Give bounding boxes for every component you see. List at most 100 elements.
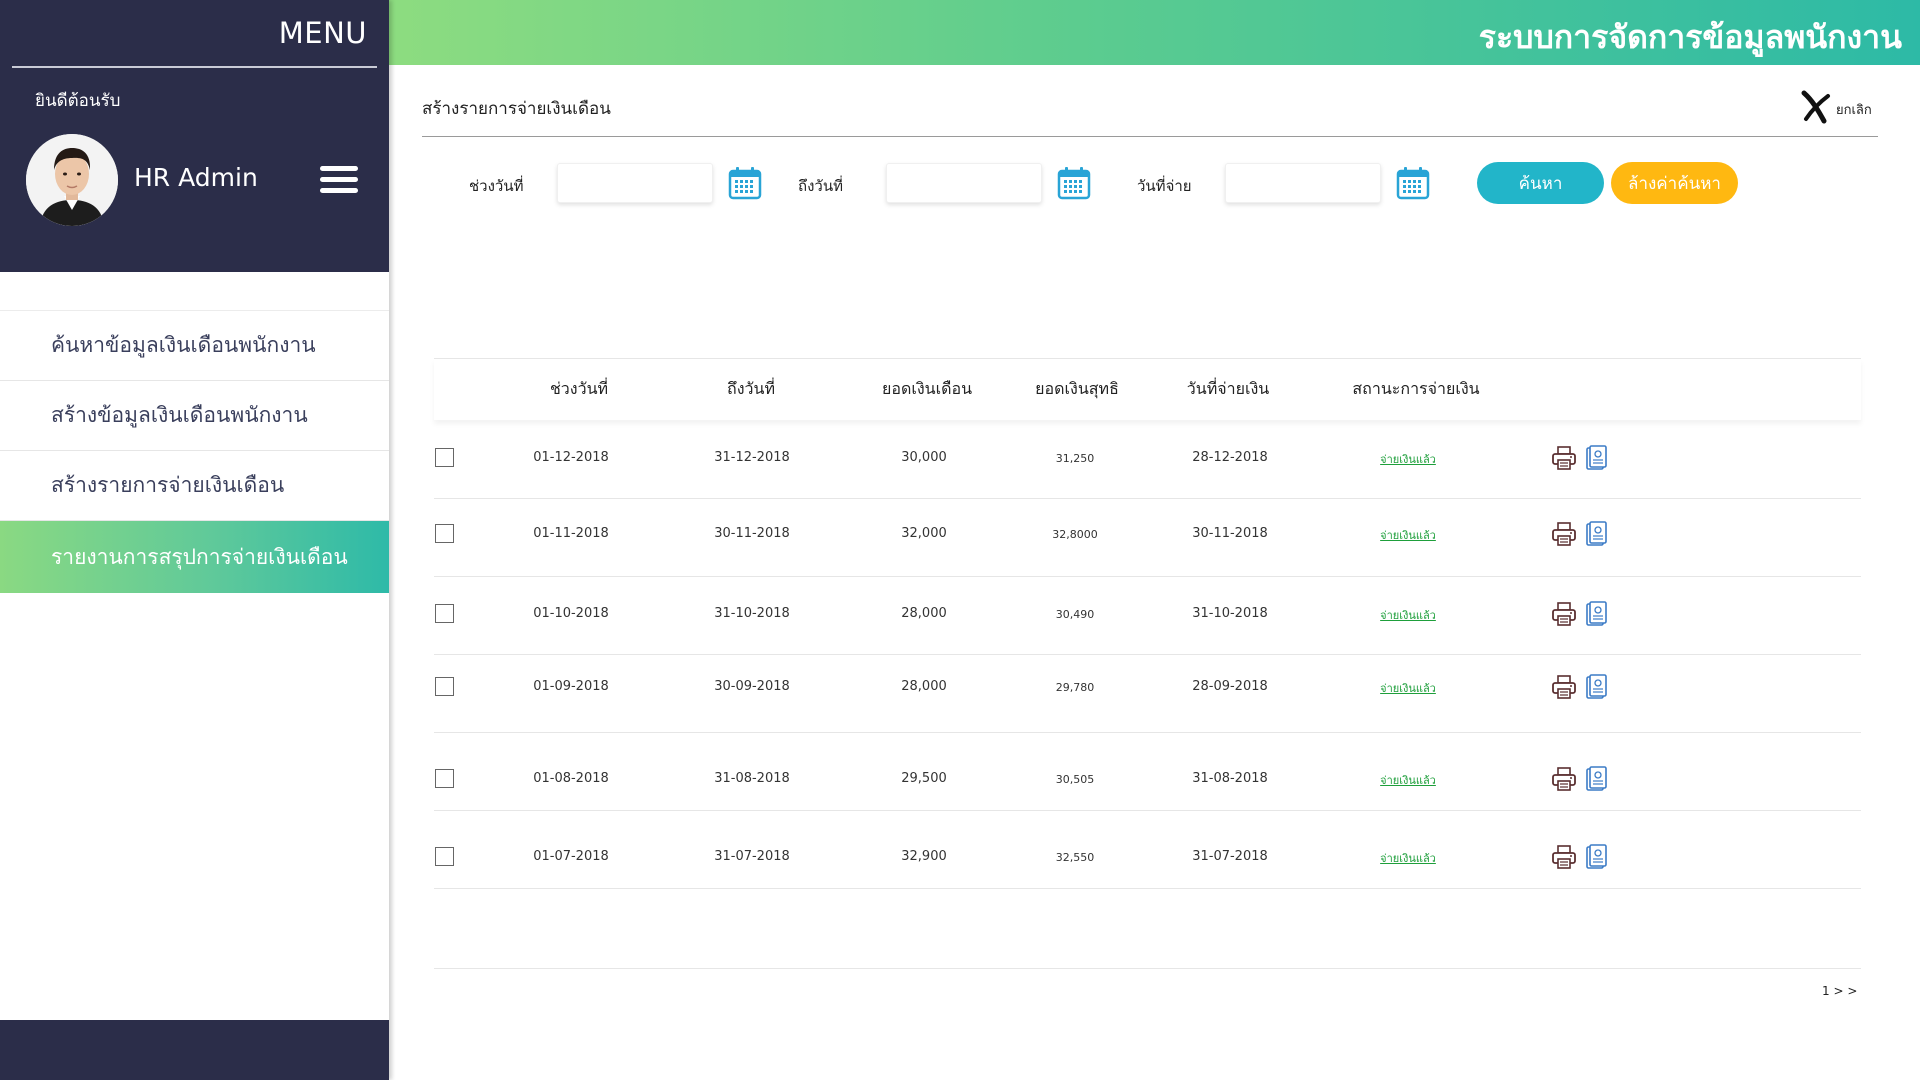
app-title: ระบบการจัดการข้อมูลพนักงาน	[1478, 18, 1902, 56]
cell-salary: 29,500	[901, 771, 947, 786]
cell-payment-status[interactable]: จ่ายเงินแล้ว	[1380, 450, 1436, 468]
cell-payment-status[interactable]: จ่ายเงินแล้ว	[1380, 606, 1436, 624]
cell-net-pay: 30,490	[1055, 608, 1095, 621]
sidebar-profile-panel: MENU ยินดีต้อนรับ HR Admin	[0, 0, 389, 272]
table-row: 01-11-2018 30-11-2018 32,000 32,8000 30-11-2…	[434, 499, 1861, 577]
cancel-label: ยกเลิก	[1836, 102, 1872, 118]
title-divider	[422, 136, 1878, 137]
calendar-icon[interactable]	[728, 166, 762, 200]
pay-date-label: วันที่จ่าย	[1137, 177, 1192, 195]
printer-icon[interactable]	[1551, 521, 1577, 547]
cell-net-pay: 29,780	[1055, 681, 1095, 694]
nav-spacer	[0, 272, 389, 311]
cell-paid-date: 30-11-2018	[1192, 526, 1268, 541]
user-photo-icon	[26, 134, 118, 226]
cell-from-date: 01-08-2018	[533, 771, 609, 786]
table-row: 01-08-2018 31-08-2018 29,500 30,505 31-08-20…	[434, 733, 1861, 811]
cell-net-pay: 32,8000	[1052, 528, 1098, 541]
sidebar-item-create-payroll[interactable]: สร้างรายการจ่ายเงินเดือน	[0, 451, 389, 521]
clear-search-button[interactable]: ล้างค่าค้นหา	[1611, 162, 1738, 204]
column-header-payment-status: สถานะการจ่ายเงิน	[1352, 379, 1480, 398]
page-title: สร้างรายการจ่ายเงินเดือน	[422, 99, 611, 119]
calendar-icon[interactable]	[1396, 166, 1430, 200]
cell-to-date: 30-11-2018	[714, 526, 790, 541]
cell-salary: 32,900	[901, 849, 947, 864]
row-checkbox[interactable]	[435, 677, 454, 696]
cancel-button[interactable]: ยกเลิก	[1800, 90, 1872, 124]
from-date-input[interactable]	[557, 163, 713, 203]
cell-to-date: 31-10-2018	[714, 606, 790, 621]
document-icon[interactable]	[1583, 601, 1609, 627]
document-icon[interactable]	[1583, 445, 1609, 471]
column-header-net-pay: ยอดเงินสุทธิ	[1035, 379, 1119, 398]
calendar-icon[interactable]	[1057, 166, 1091, 200]
pagination[interactable]: 1 > >	[1822, 984, 1857, 998]
row-checkbox[interactable]	[435, 847, 454, 866]
cell-to-date: 31-12-2018	[714, 450, 790, 465]
row-checkbox[interactable]	[435, 448, 454, 467]
sidebar-item-create-salary[interactable]: สร้างข้อมูลเงินเดือนพนักงาน	[0, 381, 389, 451]
document-icon[interactable]	[1583, 844, 1609, 870]
cell-from-date: 01-07-2018	[533, 849, 609, 864]
table-row: 01-10-2018 31-10-2018 28,000 30,490 31-10-20…	[434, 577, 1861, 655]
cell-salary: 32,000	[901, 526, 947, 541]
cell-net-pay: 31,250	[1055, 452, 1095, 465]
cell-from-date: 01-09-2018	[533, 679, 609, 694]
cell-payment-status[interactable]: จ่ายเงินแล้ว	[1380, 679, 1436, 697]
cell-to-date: 31-07-2018	[714, 849, 790, 864]
cell-paid-date: 28-12-2018	[1192, 450, 1268, 465]
printer-icon[interactable]	[1551, 445, 1577, 471]
cell-paid-date: 28-09-2018	[1192, 679, 1268, 694]
cell-to-date: 30-09-2018	[714, 679, 790, 694]
sidebar: MENU ยินดีต้อนรับ HR Admin ค้นหาข้อมูลเง…	[0, 0, 389, 1080]
cell-to-date: 31-08-2018	[714, 771, 790, 786]
cell-from-date: 01-11-2018	[533, 526, 609, 541]
cell-payment-status[interactable]: จ่ายเงินแล้ว	[1380, 849, 1436, 867]
top-header: ระบบการจัดการข้อมูลพนักงาน	[389, 0, 1920, 65]
hamburger-menu-icon[interactable]	[320, 166, 358, 194]
cell-net-pay: 32,550	[1055, 851, 1095, 864]
table-row: 01-12-2018 31-12-2018 30,000 31,250 28-12-20…	[434, 420, 1861, 499]
cell-payment-status[interactable]: จ่ายเงินแล้ว	[1380, 526, 1436, 544]
cell-salary: 28,000	[901, 679, 947, 694]
row-checkbox[interactable]	[435, 604, 454, 623]
from-date-label: ช่วงวันที่	[469, 177, 524, 195]
printer-icon[interactable]	[1551, 601, 1577, 627]
cell-net-pay: 30,505	[1055, 773, 1095, 786]
printer-icon[interactable]	[1551, 844, 1577, 870]
cell-paid-date: 31-10-2018	[1192, 606, 1268, 621]
row-checkbox[interactable]	[435, 769, 454, 788]
document-icon[interactable]	[1583, 521, 1609, 547]
sidebar-item-search-salary[interactable]: ค้นหาข้อมูลเงินเดือนพนักงาน	[0, 311, 389, 381]
search-button[interactable]: ค้นหา	[1477, 162, 1604, 204]
cell-from-date: 01-12-2018	[533, 450, 609, 465]
to-date-label: ถึงวันที่	[798, 177, 843, 195]
avatar	[26, 134, 118, 226]
sidebar-nav: ค้นหาข้อมูลเงินเดือนพนักงาน สร้างข้อมูลเ…	[0, 272, 389, 593]
table-row: 01-09-2018 30-09-2018 28,000 29,780 28-09-20…	[434, 655, 1861, 733]
cell-payment-status[interactable]: จ่ายเงินแล้ว	[1380, 771, 1436, 789]
table-row: 01-07-2018 31-07-2018 32,900 32,550 31-07-20…	[434, 811, 1861, 889]
user-name: HR Admin	[134, 163, 258, 192]
welcome-text: ยินดีต้อนรับ	[35, 91, 121, 111]
document-icon[interactable]	[1583, 766, 1609, 792]
column-header-salary: ยอดเงินเดือน	[882, 379, 972, 398]
to-date-input[interactable]	[886, 163, 1042, 203]
printer-icon[interactable]	[1551, 674, 1577, 700]
column-header-paid-date: วันที่จ่ายเงิน	[1186, 379, 1270, 398]
sidebar-item-payroll-report[interactable]: รายงานการสรุปการจ่ายเงินเดือน	[0, 521, 389, 593]
cell-salary: 30,000	[901, 450, 947, 465]
menu-divider	[12, 66, 377, 68]
row-checkbox[interactable]	[435, 524, 454, 543]
column-header-from-date: ช่วงวันที่	[549, 379, 609, 398]
cell-paid-date: 31-08-2018	[1192, 771, 1268, 786]
printer-icon[interactable]	[1551, 766, 1577, 792]
sidebar-footer	[0, 1020, 389, 1080]
document-icon[interactable]	[1583, 674, 1609, 700]
table-header: ช่วงวันที่ ถึงวันที่ ยอดเงินเดือน ยอดเงิ…	[434, 359, 1861, 420]
pay-date-input[interactable]	[1225, 163, 1381, 203]
column-header-to-date: ถึงวันที่	[727, 379, 775, 398]
cell-from-date: 01-10-2018	[533, 606, 609, 621]
cell-salary: 28,000	[901, 606, 947, 621]
close-x-icon	[1801, 90, 1830, 124]
